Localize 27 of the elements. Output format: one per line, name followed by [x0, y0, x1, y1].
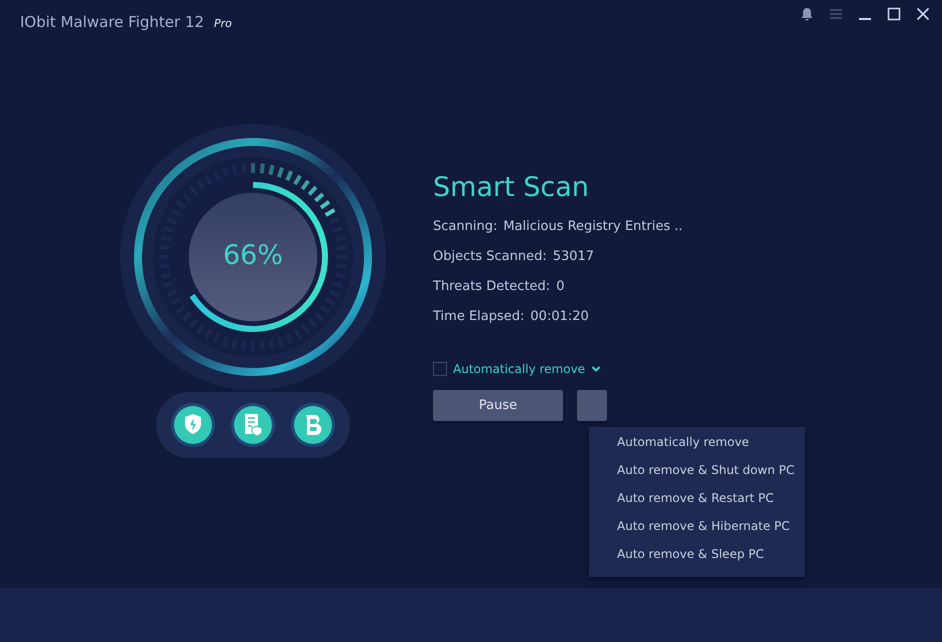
- detail-label: Time Elapsed:: [433, 308, 524, 324]
- detail-value: 53017: [552, 248, 594, 264]
- shield-icon[interactable]: [170, 402, 216, 448]
- detail-label: Threats Detected:: [433, 278, 550, 294]
- percent-readout: 66%: [222, 240, 284, 271]
- auto-remove-label[interactable]: Automatically remove: [453, 362, 586, 376]
- window-title: IObit Malware Fighter 12: [20, 13, 204, 31]
- scan-title: Smart Scan: [433, 172, 590, 203]
- document-shield-icon[interactable]: [230, 402, 276, 448]
- letter-b-icon[interactable]: [290, 402, 336, 448]
- menu-item[interactable]: Auto remove & Hibernate PC: [589, 517, 805, 545]
- detail-value: 00:01:20: [530, 308, 589, 324]
- detail-value: 0: [556, 278, 564, 294]
- detail-label: Scanning:: [433, 218, 498, 234]
- detail-label: Objects Scanned:: [433, 248, 547, 264]
- close-icon[interactable]: [916, 7, 930, 21]
- bell-icon[interactable]: [800, 7, 814, 21]
- menu-item[interactable]: Automatically remove: [589, 433, 805, 461]
- auto-remove-checkbox[interactable]: [433, 362, 447, 376]
- pause-button[interactable]: Pause: [433, 390, 563, 421]
- maximize-icon[interactable]: [887, 7, 901, 21]
- chevron-icon[interactable]: [591, 365, 602, 373]
- detail-value: Malicious Registry Entries ..: [503, 218, 683, 234]
- edition-label: Pro: [214, 17, 232, 30]
- menu-item[interactable]: Auto remove & Sleep PC: [589, 545, 805, 573]
- menu-item[interactable]: Auto remove & Shut down PC: [589, 461, 805, 489]
- menu-item[interactable]: Auto remove & Restart PC: [589, 489, 805, 517]
